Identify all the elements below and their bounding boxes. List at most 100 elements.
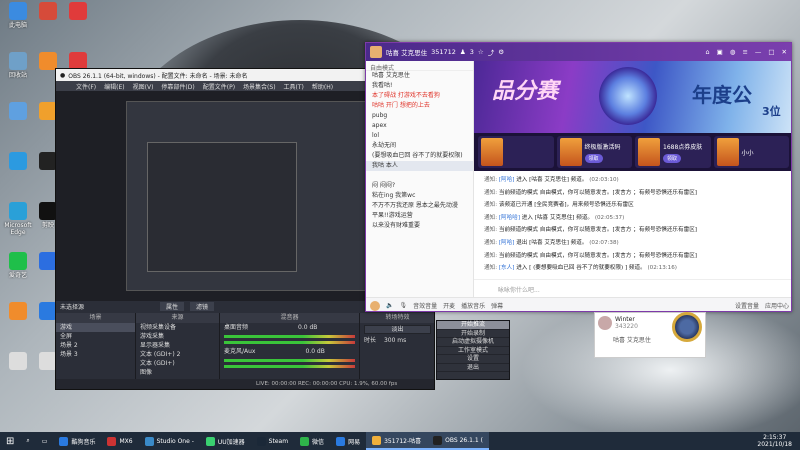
channel-item[interactable]: 本了碍战 打游戏不去看狗	[366, 91, 473, 101]
user-avatar[interactable]	[370, 300, 380, 311]
message-user[interactable]: [阿哈]	[499, 240, 516, 246]
channel-item[interactable]: (要想吸血已回 谷不了的就要权限)	[366, 151, 473, 161]
desktop-icon[interactable]: Microsoft Edge	[2, 202, 34, 236]
clock[interactable]: 2:15:37 2021/10/18	[757, 434, 800, 448]
filters-button[interactable]: 滤镜	[190, 301, 215, 311]
settings-icon[interactable]: ⚙	[498, 48, 504, 56]
channel-item[interactable]	[366, 171, 473, 181]
obs-menu-item[interactable]: 文件(F)	[76, 82, 96, 91]
danmu-label[interactable]: 弹幕	[491, 301, 503, 310]
desktop-icon[interactable]	[2, 102, 34, 122]
share-icon[interactable]: ⤴	[488, 47, 495, 57]
source-item[interactable]: 图像	[136, 368, 219, 377]
channel-item[interactable]: 永劫无间	[366, 141, 473, 151]
duration-value[interactable]: 300 ms	[384, 337, 406, 344]
desktop-icon[interactable]: 此电脑	[2, 2, 34, 29]
gift-card-action[interactable]: 领取	[584, 153, 603, 163]
obs-menu-item[interactable]: 工具(T)	[284, 82, 304, 91]
taskbar-item[interactable]: Studio One -	[139, 432, 200, 450]
channel-avatar[interactable]	[370, 46, 382, 58]
shop-icon[interactable]: ▣	[717, 48, 723, 56]
channel-item[interactable]: 粘在ing 我第wc	[366, 191, 473, 201]
home-icon[interactable]: ⌂	[705, 48, 709, 56]
message-user[interactable]: [阿哈哈]	[499, 215, 522, 221]
taskbar-item[interactable]: Steam	[251, 432, 294, 450]
search-icon[interactable]: ⌕	[20, 432, 35, 450]
source-item[interactable]: 视频采集设备	[136, 323, 219, 332]
control-button[interactable]: 开始录制	[437, 330, 509, 338]
close-icon[interactable]: ✕	[782, 48, 787, 56]
minimize-icon[interactable]: —	[755, 48, 762, 56]
taskbar-item[interactable]: 351712-咕喜	[366, 432, 428, 450]
desktop-icon[interactable]: 爱奇艺	[2, 252, 34, 279]
open-mic-label[interactable]: 开麦	[443, 301, 455, 310]
gift-card[interactable]: 终极版激活码 领取	[556, 136, 632, 168]
source-item[interactable]: 文本 (GDI+)	[136, 359, 219, 368]
desktop-icon[interactable]	[2, 152, 34, 172]
control-button[interactable]: 退出	[437, 364, 509, 372]
desktop-icon[interactable]: 回收站	[2, 52, 34, 79]
channel-item[interactable]: lol	[366, 131, 473, 141]
maximize-icon[interactable]: □	[768, 48, 774, 56]
app-center-label[interactable]: 应用中心	[765, 301, 789, 310]
channel-item[interactable]: 咕咕 开门 想把的上去	[366, 101, 473, 111]
desktop-icon[interactable]	[2, 302, 34, 322]
channel-item[interactable]: 不万不万我还原 恩本之最先动漫	[366, 201, 473, 211]
scene-item[interactable]: 全屏	[56, 332, 135, 341]
scene-item[interactable]: 场景 2	[56, 341, 135, 350]
source-item[interactable]: 文本 (GDI+) 2	[136, 350, 219, 359]
obs-menu-item[interactable]: 配置文件(P)	[203, 82, 235, 91]
channel-item[interactable]: 我咕 本人	[366, 161, 473, 171]
channel-item[interactable]: 咕喜 艾克思住	[366, 71, 473, 81]
scene-item[interactable]: 场景 3	[56, 350, 135, 359]
channel-item[interactable]: 我看咕!	[366, 81, 473, 91]
channel-item[interactable]: 闷 闷闷?	[366, 181, 473, 191]
start-button[interactable]: ⊞	[0, 432, 20, 450]
taskbar-item[interactable]: MX6	[101, 432, 138, 450]
source-item[interactable]: 游戏采集	[136, 332, 219, 341]
channel-item[interactable]: 以来没有财难重要	[366, 221, 473, 231]
gift-card-action[interactable]: 领取	[663, 153, 682, 163]
taskbar-item[interactable]: UU加速器	[200, 432, 251, 450]
menu-icon[interactable]: ≡	[742, 48, 747, 56]
channel-item[interactable]: 平果!!游戏运营	[366, 211, 473, 221]
volume-icon[interactable]: 🔈	[386, 302, 393, 309]
yy-window[interactable]: 咕喜 艾克思住 351712 ♟ 3 ☆ ⤴ ⚙ ⌂ ▣ ◍ ≡ — □ ✕ 自…	[365, 42, 792, 312]
message-user[interactable]: [东人]	[499, 265, 516, 271]
transition-select[interactable]: 淡出	[364, 325, 431, 334]
volume-setting-label[interactable]: 设置音量	[735, 301, 759, 310]
control-button[interactable]: 开始推流	[437, 321, 509, 330]
gift-card[interactable]	[478, 136, 554, 168]
properties-button[interactable]: 属性	[160, 301, 185, 311]
taskbar-item[interactable]: OBS 26.1.1 (	[427, 432, 489, 450]
channel-item[interactable]: apex	[366, 121, 473, 131]
taskbar-item[interactable]: 酷狗音乐	[53, 432, 101, 450]
task-view-icon[interactable]: ▭	[36, 432, 54, 450]
desktop-icon[interactable]	[2, 352, 34, 372]
game-icon[interactable]: ◍	[730, 48, 736, 56]
obs-menu-item[interactable]: 停靠部件(D)	[161, 82, 194, 91]
control-button[interactable]: 工作室模式	[437, 347, 509, 355]
channel-mode[interactable]: 自由模式	[366, 61, 473, 72]
gift-card[interactable]: 小小	[713, 136, 789, 168]
chat-input[interactable]: 咏咏你什么吧...	[474, 279, 791, 297]
obs-menu-item[interactable]: 视图(V)	[133, 82, 154, 91]
obs-menu-item[interactable]: 场景集合(S)	[243, 82, 276, 91]
mic-icon[interactable]: 🎙	[399, 302, 407, 309]
control-button[interactable]: 设置	[437, 355, 509, 364]
scene-item[interactable]: 游戏	[56, 323, 135, 332]
play-music-label[interactable]: 播放音乐	[461, 301, 485, 310]
source-item[interactable]: 显示器采集	[136, 341, 219, 350]
obs-menu-item[interactable]: 编辑(E)	[104, 82, 124, 91]
taskbar-item[interactable]: 网易	[330, 432, 366, 450]
gift-card[interactable]: 1688点券皮肤 领取	[635, 136, 711, 168]
event-banner[interactable]: 品分赛 年度公 3位	[474, 61, 791, 133]
channel-item[interactable]: pubg	[366, 111, 473, 121]
desktop-icon[interactable]	[62, 2, 94, 22]
yy-titlebar[interactable]: 咕喜 艾克思住 351712 ♟ 3 ☆ ⤴ ⚙ ⌂ ▣ ◍ ≡ — □ ✕	[366, 43, 791, 61]
star-icon[interactable]: ☆	[478, 48, 484, 56]
taskbar-item[interactable]: 微信	[294, 432, 330, 450]
desktop-icon[interactable]	[32, 2, 64, 22]
obs-menu-item[interactable]: 帮助(H)	[312, 82, 333, 91]
message-user[interactable]: [阿哈]	[499, 177, 516, 183]
